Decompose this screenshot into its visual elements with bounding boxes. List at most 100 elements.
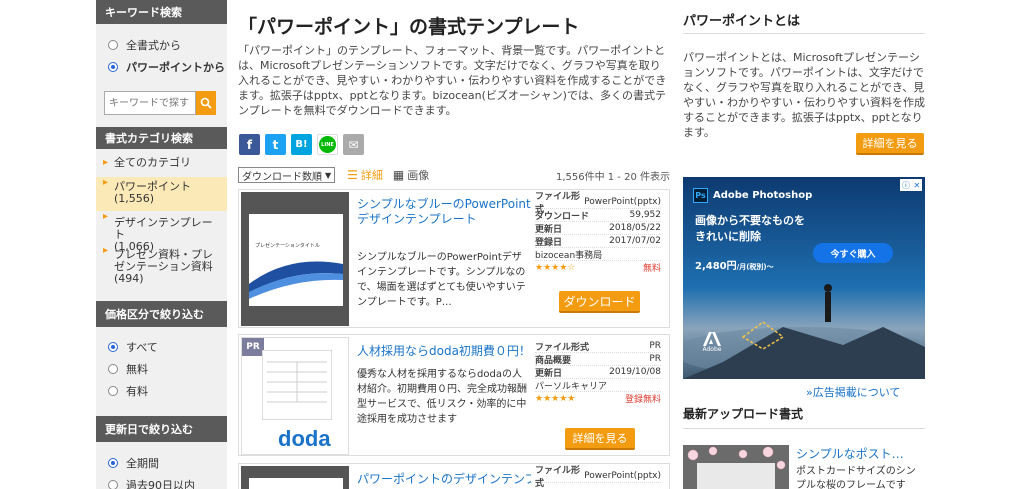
twitter-share-button[interactable]: t	[265, 134, 286, 155]
scope-all-radio[interactable]: 全書式から	[96, 34, 227, 56]
latest-item[interactable]: シンプルなポスト… ポストカードサイズのシンプルな桜のフレームです	[683, 445, 925, 489]
category-label: 全てのカテゴリ	[114, 156, 191, 169]
download-button[interactable]: ダウンロード	[559, 291, 640, 313]
meta-value: PR	[649, 354, 661, 364]
category-design-template[interactable]: デザインテンプレート (1,066)	[96, 211, 227, 253]
meta-key: 更新日	[535, 224, 563, 235]
meta-value: 2019/10/08	[609, 367, 661, 377]
template-card: パワーポイントのデザインテンプレート ファイル形式PowerPoint(pptx…	[238, 463, 670, 489]
template-title-link[interactable]: シンプルなブルーのPowerPointデザインテンプレート	[357, 197, 531, 227]
radio-icon	[108, 40, 118, 50]
about-details-button[interactable]: 詳細を見る	[856, 133, 924, 155]
view-grid-label: 画像	[407, 169, 430, 182]
slide-preview	[249, 478, 343, 489]
category-count: (494)	[114, 272, 144, 285]
line-share-button[interactable]: LINE	[317, 134, 338, 155]
category-presentation[interactable]: プレゼン資料・プレゼンテーション資料 (494)	[96, 245, 227, 287]
pr-thumbnail[interactable]: PR doda	[241, 337, 349, 455]
template-title-link[interactable]: パワーポイントのデザインテンプレート	[357, 472, 531, 487]
divider	[683, 428, 925, 429]
template-thumbnail[interactable]	[241, 466, 349, 489]
price-label: 登録無料	[624, 395, 661, 405]
doda-logo: doda	[278, 426, 331, 451]
meta-key: ファイル形式	[535, 342, 590, 353]
price-label: 無料	[642, 264, 661, 274]
chevron-down-icon: ▼	[325, 170, 332, 180]
grid-icon: ▦	[392, 168, 405, 182]
date-all-radio[interactable]: 全期間	[96, 452, 227, 474]
template-author: bizocean事務局	[535, 250, 603, 261]
meta-key: 登録日	[535, 237, 563, 248]
pr-author: パーソルキャリア	[535, 381, 608, 392]
meta-value: 2018/05/22	[609, 223, 661, 233]
left-sidebar: キーワード検索 全書式から パワーポイントから 書式カテゴリ検索 全てのカテゴリ…	[96, 0, 227, 489]
price-paid-radio[interactable]: 有料	[96, 380, 227, 402]
date-90-radio[interactable]: 過去90日以内	[96, 474, 227, 489]
scope-pp-radio[interactable]: パワーポイントから	[96, 56, 227, 78]
radio-icon	[108, 364, 118, 374]
form-document-graphic	[262, 350, 332, 420]
list-icon: ☰	[347, 168, 358, 182]
page-title: 「パワーポイント」の書式テンプレート	[238, 16, 580, 38]
category-powerpoint[interactable]: パワーポイント (1,556)	[96, 177, 227, 211]
facebook-share-button[interactable]: f	[239, 134, 260, 155]
twitter-icon: t	[272, 137, 279, 152]
share-buttons: f t B! LINE ✉	[239, 134, 364, 155]
radio-selected-icon	[108, 342, 118, 352]
meta-key: 更新日	[535, 368, 563, 379]
scope-all-label: 全書式から	[126, 39, 181, 52]
hatena-share-button[interactable]: B!	[291, 134, 312, 155]
radio-selected-icon	[108, 62, 118, 72]
price-all-radio[interactable]: すべて	[96, 336, 227, 358]
pr-description: 優秀な人材を採用するならdodaの人材紹介。初期費用０円、完全成功報酬型サービス…	[357, 369, 527, 425]
radio-icon	[108, 480, 118, 489]
results-toolbar: ダウンロード数順 ▼ ☰ 詳細 ▦ 画像 1,556件中 1 - 20 件表示	[238, 165, 670, 185]
sort-select[interactable]: ダウンロード数順 ▼	[238, 167, 336, 183]
keyword-search	[104, 91, 216, 115]
date-filter-heading: 更新日で絞り込む	[96, 416, 227, 442]
category-all[interactable]: 全てのカテゴリ	[96, 157, 227, 177]
blue-wave-graphic	[249, 261, 343, 299]
about-heading: パワーポイントとは	[683, 14, 801, 29]
divider	[683, 33, 925, 34]
meta-value: 59,952	[629, 210, 662, 220]
search-icon	[200, 97, 212, 109]
meta-value: PR	[649, 341, 661, 351]
radio-selected-icon	[108, 458, 118, 468]
radio-icon	[108, 386, 118, 396]
page: キーワード検索 全書式から パワーポイントから 書式カテゴリ検索 全てのカテゴリ…	[0, 0, 1024, 489]
mail-share-button[interactable]: ✉	[343, 134, 364, 155]
facebook-icon: f	[246, 137, 253, 152]
search-button[interactable]	[196, 91, 216, 115]
line-icon: LINE	[319, 136, 336, 153]
meta-key: 商品概要	[535, 355, 572, 366]
latest-item-title[interactable]: シンプルなポスト…	[796, 445, 904, 462]
view-detail-toggle[interactable]: ☰ 詳細	[347, 167, 383, 183]
adobe-logo-icon	[703, 332, 721, 346]
price-option-label: すべて	[126, 341, 158, 354]
pr-badge: PR	[242, 338, 264, 356]
latest-item-desc: ポストカードサイズのシンプルな桜のフレームです	[796, 466, 916, 489]
ad-info-link[interactable]: »広告掲載について	[806, 384, 900, 400]
pr-title-link[interactable]: 人材採用ならdoda初期費０円！	[357, 344, 531, 359]
rating-stars: ★★★★★	[535, 393, 576, 404]
price-option-label: 無料	[126, 363, 148, 376]
category-count: (1,556)	[114, 192, 155, 205]
template-thumbnail[interactable]: プレゼンテーションタイトル	[241, 192, 349, 326]
template-meta: ファイル形式 PowerPoint(pptx)	[535, 466, 661, 489]
meta-value: 2017/07/02	[609, 236, 661, 246]
category-label: プレゼン資料・プレゼンテーション資料	[114, 248, 213, 273]
price-free-radio[interactable]: 無料	[96, 358, 227, 380]
meta-value: PowerPoint(pptx)	[584, 471, 661, 481]
result-count: 1,556件中 1 - 20 件表示	[555, 171, 670, 183]
ad-banner[interactable]: Ps Adobe Photoshop ⓘ ✕ 画像から不要なものを きれいに削除 …	[683, 177, 925, 379]
sort-select-value: ダウンロード数順	[242, 171, 322, 183]
keyword-search-heading: キーワード検索	[96, 0, 227, 24]
keyword-search-input[interactable]	[104, 91, 196, 115]
cherry-blossom-graphic	[687, 446, 786, 489]
meta-value: PowerPoint(pptx)	[584, 197, 661, 207]
details-button[interactable]: 詳細を見る	[565, 428, 635, 450]
intro-text: 「パワーポイント」のテンプレート、フォーマット、背景一覧です。パワーポイントとは…	[238, 44, 667, 117]
view-grid-toggle[interactable]: ▦ 画像	[393, 167, 429, 183]
latest-heading: 最新アップロード書式	[683, 407, 804, 421]
